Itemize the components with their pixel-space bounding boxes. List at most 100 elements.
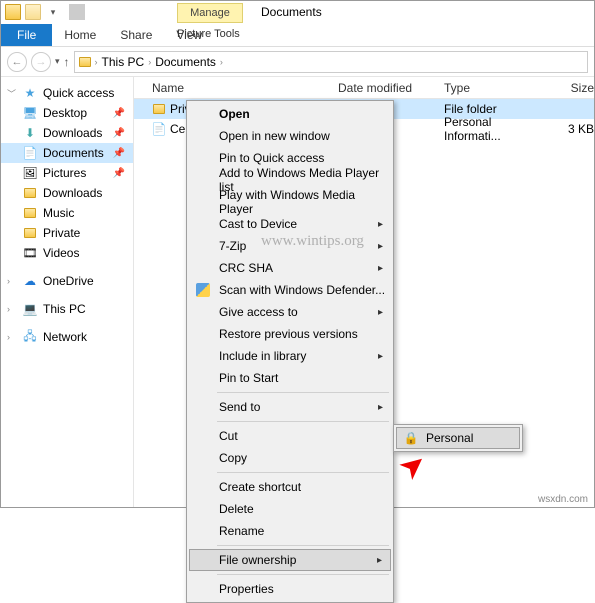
ctx-create-shortcut[interactable]: Create shortcut	[189, 476, 391, 498]
ctx-pin-start[interactable]: Pin to Start	[189, 367, 391, 389]
chevron-right-icon: ▸	[378, 263, 383, 274]
sidebar-label: Downloads	[43, 126, 102, 140]
sidebar-item-downloads2[interactable]: Downloads	[1, 183, 133, 203]
pin-icon: 📌	[113, 128, 125, 139]
ctx-label: Give access to	[219, 305, 298, 319]
ctx-delete[interactable]: Delete	[189, 498, 391, 520]
chevron-right-icon: ›	[148, 57, 151, 67]
tab-picture-tools[interactable]: Picture Tools	[177, 28, 240, 40]
back-button[interactable]: ←	[7, 52, 27, 72]
tab-share[interactable]: Share	[108, 24, 164, 46]
ctx-open-new-window[interactable]: Open in new window	[189, 125, 391, 147]
sidebar-network[interactable]: ›🖧Network	[1, 327, 133, 347]
ctx-label: Send to	[219, 400, 260, 414]
sidebar-label: Music	[43, 206, 74, 220]
breadcrumb-thispc[interactable]: This PC	[102, 55, 145, 69]
sidebar-label: Quick access	[43, 86, 114, 100]
ctx-label: File ownership	[219, 553, 296, 567]
separator	[217, 392, 389, 393]
sidebar-quick-access[interactable]: ﹀★Quick access	[1, 83, 133, 103]
divider	[69, 4, 85, 20]
tab-home[interactable]: Home	[52, 24, 108, 46]
pin-icon: 📌	[113, 148, 125, 159]
column-name[interactable]: Name	[152, 81, 338, 95]
ctx-label: Personal	[426, 431, 473, 445]
lock-icon: 🔒	[403, 430, 419, 446]
ctx-send-to[interactable]: Send to ▸	[189, 396, 391, 418]
ctx-label: Include in library	[219, 349, 306, 363]
ctx-cut[interactable]: Cut	[189, 425, 391, 447]
contextual-tab-manage[interactable]: Manage	[177, 3, 243, 23]
cell-type: File folder	[444, 102, 544, 116]
navigation-pane: ﹀★Quick access 🖥Desktop📌 ⬇Downloads📌 📄Do…	[1, 77, 134, 507]
context-menu: Open Open in new window Pin to Quick acc…	[186, 100, 394, 603]
up-button[interactable]: ↑	[64, 55, 70, 69]
separator	[217, 574, 389, 575]
qat-dropdown[interactable]: ▾	[45, 4, 61, 20]
chevron-right-icon: ▸	[378, 219, 383, 230]
address-bar[interactable]: › This PC › Documents ›	[74, 51, 588, 73]
folder-icon	[79, 57, 91, 67]
sidebar-label: Downloads	[43, 186, 102, 200]
sidebar-item-private[interactable]: Private	[1, 223, 133, 243]
ctx-copy[interactable]: Copy	[189, 447, 391, 469]
ctx-wmp-play[interactable]: Play with Windows Media Player	[189, 191, 391, 213]
sidebar-label: Pictures	[43, 166, 86, 180]
submenu-file-ownership: 🔒 Personal	[393, 424, 523, 452]
sidebar-item-desktop[interactable]: 🖥Desktop📌	[1, 103, 133, 123]
chevron-right-icon: ▸	[378, 402, 383, 413]
footer-credit: wsxdn.com	[538, 494, 588, 505]
ctx-label: Scan with Windows Defender...	[219, 283, 385, 297]
ctx-properties[interactable]: Properties	[189, 578, 391, 600]
sidebar-onedrive[interactable]: ›☁OneDrive	[1, 271, 133, 291]
sidebar-thispc[interactable]: ›💻This PC	[1, 299, 133, 319]
tab-file[interactable]: File	[1, 24, 52, 46]
ctx-7zip[interactable]: 7-Zip▸	[189, 235, 391, 257]
ctx-restore[interactable]: Restore previous versions	[189, 323, 391, 345]
chevron-right-icon: ▸	[378, 307, 383, 318]
ctx-cast[interactable]: Cast to Device ▸	[189, 213, 391, 235]
qat-item[interactable]	[25, 4, 41, 20]
breadcrumb-documents[interactable]: Documents	[155, 55, 216, 69]
sidebar-label: Videos	[43, 246, 79, 260]
chevron-right-icon: ›	[95, 57, 98, 67]
sidebar-label: This PC	[43, 302, 86, 316]
separator	[217, 421, 389, 422]
ctx-give-access[interactable]: Give access to ▸	[189, 301, 391, 323]
sidebar-item-videos[interactable]: 🎞Videos	[1, 243, 133, 263]
chevron-right-icon: ▸	[378, 241, 383, 252]
column-size[interactable]: Size	[544, 81, 594, 95]
chevron-right-icon: ▸	[377, 555, 382, 566]
history-dropdown[interactable]: ▾	[55, 56, 60, 67]
submenu-personal[interactable]: 🔒 Personal	[396, 427, 520, 449]
window-title: Documents	[261, 5, 322, 19]
sidebar-item-downloads[interactable]: ⬇Downloads📌	[1, 123, 133, 143]
pin-icon: 📌	[113, 108, 125, 119]
ctx-rename[interactable]: Rename	[189, 520, 391, 542]
sidebar-item-documents[interactable]: 📄Documents📌	[1, 143, 133, 163]
sidebar-label: Desktop	[43, 106, 87, 120]
ctx-defender[interactable]: Scan with Windows Defender...	[189, 279, 391, 301]
pin-icon: 📌	[113, 168, 125, 179]
sidebar-item-pictures[interactable]: 🖼Pictures📌	[1, 163, 133, 183]
sidebar-item-music[interactable]: Music	[1, 203, 133, 223]
folder-icon	[5, 4, 21, 20]
sidebar-label: OneDrive	[43, 274, 94, 288]
ctx-include-library[interactable]: Include in library ▸	[189, 345, 391, 367]
shield-icon	[195, 282, 211, 298]
ctx-open[interactable]: Open	[189, 103, 391, 125]
ctx-file-ownership[interactable]: File ownership ▸	[189, 549, 391, 571]
chevron-right-icon: ›	[220, 57, 223, 67]
sidebar-label: Network	[43, 330, 87, 344]
column-type[interactable]: Type	[444, 81, 544, 95]
cell-type: Personal Informati...	[444, 115, 544, 143]
forward-button[interactable]: →	[31, 52, 51, 72]
ctx-crc[interactable]: CRC SHA▸	[189, 257, 391, 279]
chevron-right-icon: ▸	[378, 351, 383, 362]
folder-icon	[152, 102, 166, 116]
separator	[217, 545, 389, 546]
ctx-label: Cast to Device	[219, 217, 297, 231]
column-date[interactable]: Date modified	[338, 81, 444, 95]
sidebar-label: Private	[43, 226, 80, 240]
separator	[217, 472, 389, 473]
